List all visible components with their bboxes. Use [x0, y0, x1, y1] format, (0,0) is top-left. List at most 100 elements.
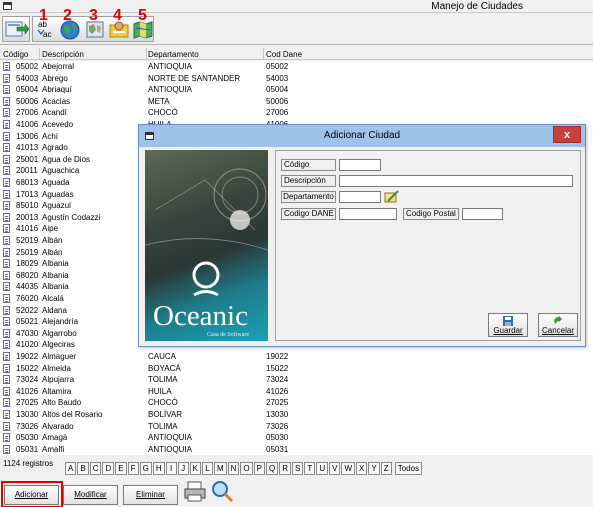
filter-letter-button[interactable]: T	[304, 462, 316, 475]
exit-button[interactable]	[2, 16, 30, 42]
filter-letter-button[interactable]: C	[89, 462, 102, 475]
cancel-icon	[554, 316, 562, 324]
save-icon	[503, 316, 513, 326]
cell-codigo: 13030	[16, 410, 39, 419]
document-icon	[3, 398, 10, 408]
table-row[interactable]: 50006 Acacias META 50006	[0, 96, 593, 107]
cell-departamento: BOLÍVAR	[148, 410, 183, 419]
document-icon	[3, 421, 10, 431]
cell-codigo: 20011	[16, 166, 38, 176]
filter-letter-button[interactable]: W	[341, 462, 356, 475]
departamento-lookup-button[interactable]	[384, 189, 400, 204]
annotation-number-2: 2	[63, 7, 72, 24]
column-header-codigo[interactable]: Código	[3, 50, 28, 59]
filter-letter-button[interactable]: H	[152, 462, 165, 475]
table-row[interactable]: 41026 Altamira HUILA 41026	[0, 386, 593, 397]
search-button[interactable]	[210, 479, 234, 503]
cell-departamento: ANTIOQUIA	[148, 433, 193, 443]
table-row[interactable]: 05002 Abejorral ANTIOQUIA 05002	[0, 61, 593, 72]
table-row[interactable]: 05031 Amalfi ANTIOQUIA 05031	[0, 444, 593, 455]
table-row[interactable]: 27025 Alto Baudo CHOCÓ 27025	[0, 397, 593, 408]
document-icon	[3, 270, 10, 280]
cell-descripcion: Amalfi	[42, 444, 65, 454]
filter-letter-button[interactable]: U	[316, 462, 329, 475]
dialog-close-button[interactable]: x	[553, 126, 581, 143]
filter-letter-button[interactable]: L	[201, 462, 213, 475]
table-row[interactable]: 05030 Amagá ANTIOQUIA 05030	[0, 432, 593, 443]
cell-cod-dane: 73026	[266, 421, 289, 431]
cell-codigo: 25019	[16, 247, 39, 257]
filter-letter-button[interactable]: D	[102, 462, 115, 475]
modificar-button[interactable]: Modificar	[63, 485, 118, 505]
filter-todos-button[interactable]: Todos	[394, 462, 423, 475]
cell-descripcion: Albania	[42, 259, 69, 269]
document-icon	[3, 294, 10, 303]
departamento-input[interactable]	[339, 191, 381, 203]
document-icon	[3, 166, 10, 176]
document-icon	[3, 328, 10, 338]
filter-letter-button[interactable]: O	[240, 462, 253, 475]
document-icon	[3, 154, 10, 164]
table-row[interactable]: 54003 Abrego NORTE DE SANTANDER 54003	[0, 73, 593, 84]
cell-cod-dane: 27006	[266, 108, 289, 118]
filter-letter-button[interactable]: N	[227, 462, 240, 475]
departamento-button[interactable]: Departamento	[281, 191, 336, 203]
cell-descripcion: Abrego	[42, 73, 68, 83]
logo-text: Oceanic	[153, 300, 248, 332]
filter-letter-button[interactable]: B	[77, 462, 89, 475]
filter-letter-button[interactable]: S	[292, 462, 304, 475]
descripcion-input[interactable]	[339, 175, 573, 187]
filter-letter-button[interactable]: I	[165, 462, 177, 475]
dialog-form: Código Descripción Departamento Codigo D…	[275, 150, 581, 341]
window-menu-icon[interactable]	[3, 2, 12, 10]
cell-codigo: 41013	[16, 143, 39, 153]
filter-letter-button[interactable]: V	[329, 462, 341, 475]
table-row[interactable]: 19022 Almaguer CAUCA 19022	[0, 351, 593, 362]
printer-icon	[184, 481, 206, 502]
cell-departamento: ANTIOQUIA	[148, 85, 193, 95]
filter-letter-button[interactable]: K	[189, 462, 201, 475]
filter-letter-button[interactable]: E	[115, 462, 127, 475]
filter-letter-button[interactable]: X	[356, 462, 368, 475]
codigo-postal-input[interactable]	[462, 208, 503, 220]
table-row[interactable]: 05004 Abriaquí ANTIOQUIA 05004	[0, 84, 593, 95]
cell-codigo: 20013	[16, 212, 39, 222]
codigo-input[interactable]	[339, 159, 381, 171]
document-icon	[3, 444, 10, 454]
filter-letter-button[interactable]: J	[177, 462, 189, 475]
cell-cod-dane: 41026	[266, 386, 289, 396]
table-row[interactable]: 15022 Almeida BOYACÁ 15022	[0, 363, 593, 374]
cell-cod-dane: 05030	[266, 433, 289, 443]
table-row[interactable]: 13030 Altos del Rosario BOLÍVAR 13030	[0, 409, 593, 420]
filter-letter-button[interactable]: M	[213, 462, 227, 475]
eliminar-button[interactable]: Eliminar	[123, 485, 178, 505]
cell-codigo: 27006	[16, 108, 39, 118]
filter-letter-button[interactable]: G	[139, 462, 152, 475]
print-button[interactable]	[183, 479, 207, 503]
table-row[interactable]: 73024 Alpujarra TOLIMA 73024	[0, 374, 593, 385]
filter-letter-button[interactable]: F	[127, 462, 139, 475]
document-icon	[3, 433, 10, 443]
document-icon	[3, 143, 10, 153]
filter-letter-button[interactable]: R	[279, 462, 291, 475]
codigo-dane-input[interactable]	[339, 208, 397, 220]
filter-letter-button[interactable]: Q	[265, 462, 279, 475]
filter-letter-button[interactable]: Y	[368, 462, 380, 475]
cell-descripcion: Aguada	[42, 178, 70, 187]
column-header-descripcion[interactable]: Descripción	[42, 50, 84, 59]
cell-codigo: 15022	[16, 363, 39, 373]
cell-codigo: 17013	[16, 189, 39, 199]
cell-descripcion: Alto Baudo	[42, 398, 82, 408]
filter-letter-button[interactable]: P	[253, 462, 265, 475]
cell-departamento: CHOCÓ	[148, 398, 178, 408]
column-header-departamento[interactable]: Departamento	[148, 50, 199, 59]
table-row[interactable]: 27006 Acandí CHOCÓ 27006	[0, 107, 593, 118]
column-header-cod-dane[interactable]: Cod Dane	[266, 50, 302, 59]
cell-descripcion: Alpujarra	[42, 375, 75, 385]
document-icon	[3, 259, 10, 269]
cell-descripcion: Aguazul	[42, 201, 71, 211]
filter-letter-button[interactable]: A	[65, 462, 77, 475]
document-icon	[3, 340, 10, 350]
filter-letter-button[interactable]: Z	[380, 462, 392, 475]
table-row[interactable]: 73026 Alvarado TOLIMA 73026	[0, 421, 593, 432]
